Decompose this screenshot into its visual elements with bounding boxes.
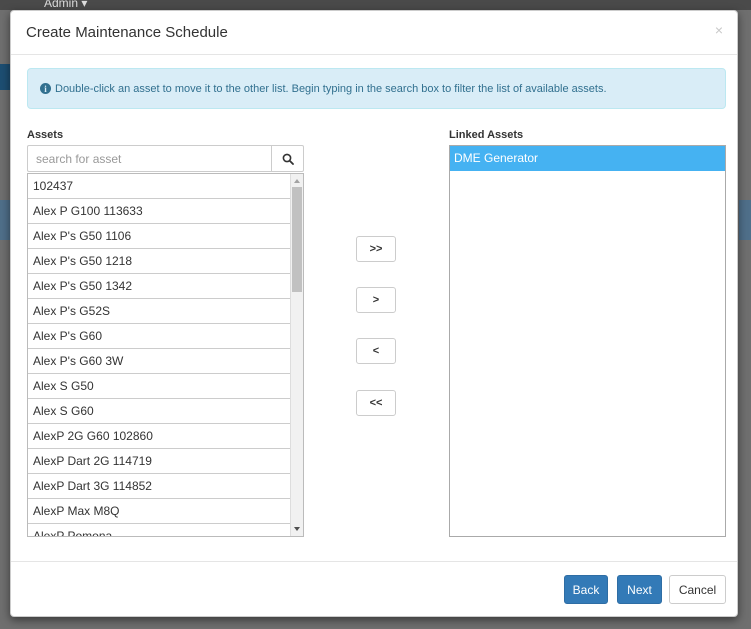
move-all-left-button[interactable]: << [356, 390, 396, 416]
maintenance-schedule-modal: Create Maintenance Schedule × i Double-c… [10, 10, 738, 617]
modal-footer: Back Next Cancel [11, 561, 737, 616]
assets-scrollbar[interactable] [290, 174, 303, 536]
assets-label: Assets [27, 129, 64, 141]
info-message: Double-click an asset to move it to the … [55, 82, 607, 95]
asset-search-input[interactable] [28, 146, 271, 171]
background-top-bar [0, 0, 751, 10]
asset-list-item[interactable]: Alex P's G50 1342 [28, 274, 291, 299]
search-button[interactable] [271, 146, 303, 171]
asset-list-item[interactable]: Alex P's G52S [28, 299, 291, 324]
back-button[interactable]: Back [564, 575, 608, 604]
asset-list-item[interactable]: AlexP 2G G60 102860 [28, 424, 291, 449]
move-all-right-button[interactable]: >> [356, 236, 396, 262]
next-button[interactable]: Next [617, 575, 662, 604]
search-icon [282, 153, 294, 165]
asset-list-item[interactable]: AlexP Pomona [28, 524, 291, 536]
scroll-down-arrow-icon[interactable] [294, 527, 300, 531]
background-user-menu: Admin ▾ [44, 0, 88, 10]
modal-title: Create Maintenance Schedule [26, 24, 228, 41]
asset-search-group [27, 145, 304, 172]
asset-list-item[interactable]: Alex P's G50 1106 [28, 224, 291, 249]
linked-assets-label: Linked Assets [449, 129, 524, 141]
asset-list-item[interactable]: AlexP Dart 2G 114719 [28, 449, 291, 474]
asset-list-item[interactable]: Alex P's G60 [28, 324, 291, 349]
linked-assets-list[interactable]: DME Generator [449, 145, 726, 537]
modal-header: Create Maintenance Schedule × [11, 11, 737, 55]
asset-list-item[interactable]: Alex S G50 [28, 374, 291, 399]
asset-list-item[interactable]: Alex S G60 [28, 399, 291, 424]
background-right-panel [739, 200, 751, 240]
scroll-up-arrow-icon[interactable] [294, 179, 300, 183]
asset-list-item[interactable]: Alex P's G60 3W [28, 349, 291, 374]
cancel-button[interactable]: Cancel [669, 575, 726, 604]
info-circle-icon: i [40, 83, 51, 94]
asset-list-item[interactable]: AlexP Max M8Q [28, 499, 291, 524]
asset-list-item[interactable]: Alex P's G50 1218 [28, 249, 291, 274]
scroll-thumb[interactable] [292, 187, 302, 292]
asset-list-item[interactable]: AlexP Dart 3G 114852 [28, 474, 291, 499]
move-right-button[interactable]: > [356, 287, 396, 313]
move-left-button[interactable]: < [356, 338, 396, 364]
info-alert: i Double-click an asset to move it to th… [27, 68, 726, 109]
asset-list-item[interactable]: 102437 [28, 174, 291, 199]
available-assets-list[interactable]: 102437 Alex P G100 113633 Alex P's G50 110… [27, 173, 304, 537]
linked-asset-item[interactable]: DME Generator [450, 146, 725, 171]
asset-list-item[interactable]: Alex P G100 113633 [28, 199, 291, 224]
close-icon[interactable]: × [715, 22, 723, 38]
